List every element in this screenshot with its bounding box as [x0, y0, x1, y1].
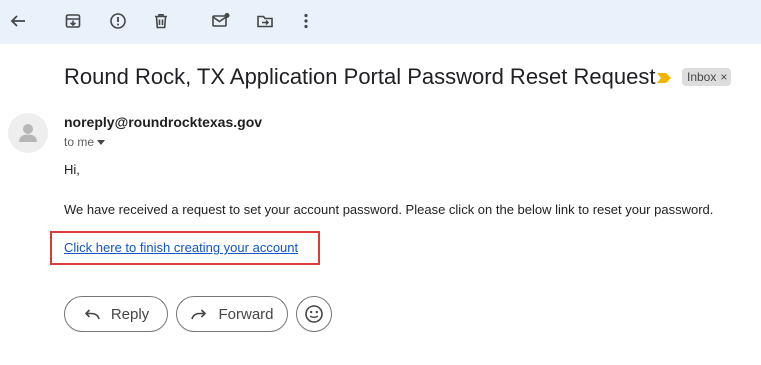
- inbox-label-chip[interactable]: Inbox ×: [682, 68, 732, 86]
- emoji-reaction-button[interactable]: [296, 296, 332, 332]
- archive-icon[interactable]: [62, 10, 84, 32]
- reply-label: Reply: [110, 305, 150, 323]
- email-greeting: Hi,: [64, 162, 80, 177]
- reply-icon: [84, 309, 100, 320]
- chevron-down-icon: [97, 139, 106, 145]
- forward-label: Forward: [218, 305, 274, 323]
- importance-marker-icon[interactable]: [656, 72, 672, 84]
- email-body-text: We have received a request to set your a…: [64, 202, 714, 217]
- recipient-text: to me: [64, 135, 95, 149]
- mark-unread-icon[interactable]: [210, 10, 232, 32]
- move-to-icon[interactable]: [254, 10, 276, 32]
- sender-avatar[interactable]: [8, 113, 48, 153]
- sender-email[interactable]: noreply@roundrocktexas.gov: [64, 114, 262, 130]
- email-subject: Round Rock, TX Application Portal Passwo…: [64, 64, 656, 89]
- report-spam-icon[interactable]: [107, 10, 129, 32]
- email-toolbar: [0, 0, 761, 44]
- default-avatar-icon: [19, 124, 37, 142]
- more-options-icon[interactable]: [295, 10, 317, 32]
- remove-label-icon[interactable]: ×: [720, 70, 727, 84]
- forward-button[interactable]: Forward: [176, 296, 288, 332]
- reset-password-link[interactable]: Click here to finish creating your accou…: [64, 240, 298, 255]
- smiley-icon: [305, 305, 323, 323]
- reply-button[interactable]: Reply: [64, 296, 168, 332]
- label-text: Inbox: [687, 70, 717, 84]
- delete-icon[interactable]: [150, 10, 172, 32]
- back-arrow-icon[interactable]: [7, 10, 29, 32]
- recipient-details-toggle[interactable]: to me: [64, 135, 106, 149]
- forward-icon: [191, 309, 207, 320]
